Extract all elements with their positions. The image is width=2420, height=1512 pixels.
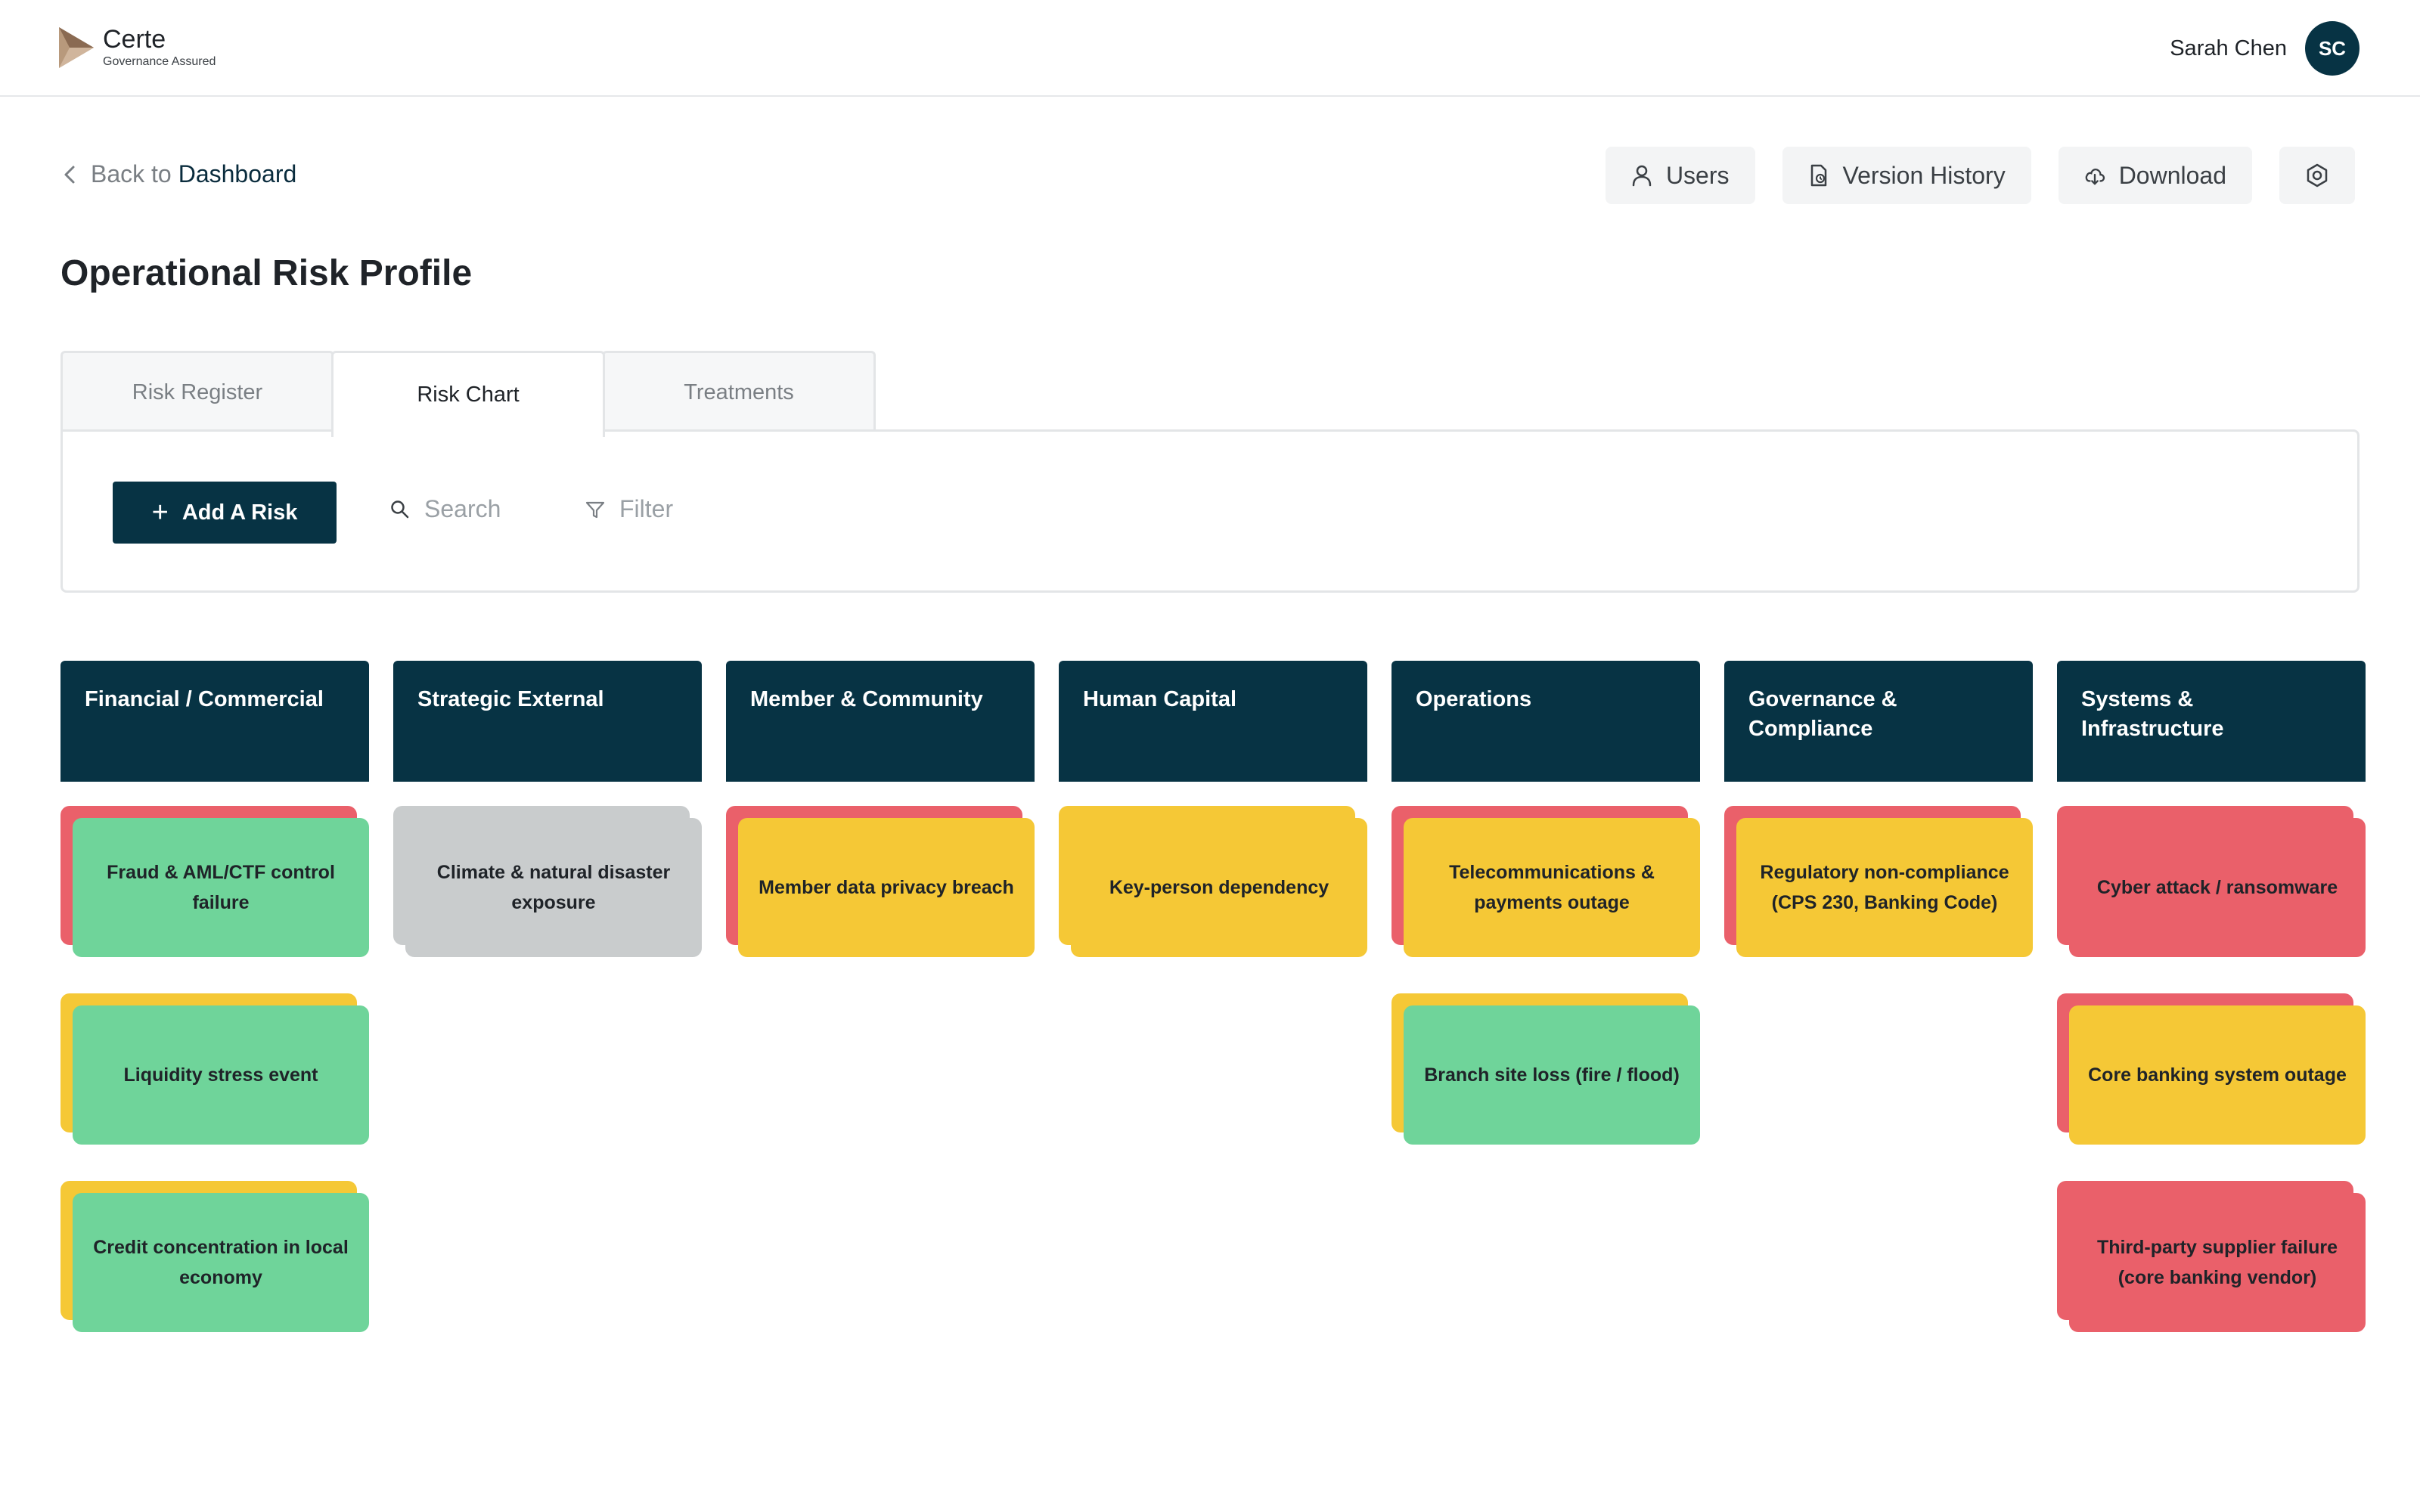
user-icon bbox=[1632, 165, 1652, 187]
version-history-label: Version History bbox=[1842, 161, 2006, 189]
risk-card-title[interactable]: Third-party supplier failure (core banki… bbox=[2069, 1193, 2366, 1332]
column: Systems & Infrastructure bbox=[2057, 661, 2366, 782]
column-header[interactable]: Systems & Infrastructure bbox=[2057, 661, 2366, 782]
risk-card-title[interactable]: Key-person dependency bbox=[1071, 818, 1367, 957]
cloud-download-icon bbox=[2085, 169, 2105, 185]
top-bar: Certe Governance Assured Sarah Chen SC bbox=[0, 0, 2420, 97]
column: Strategic External bbox=[393, 661, 702, 782]
search-icon bbox=[391, 500, 409, 518]
back-link-label[interactable]: Dashboard bbox=[178, 160, 297, 188]
risk-card[interactable]: Branch site loss (fire / flood) bbox=[1392, 993, 1700, 1145]
risk-card[interactable]: Climate & natural disaster exposure bbox=[393, 806, 702, 957]
filter-label: Filter bbox=[619, 495, 674, 522]
avatar[interactable]: SC bbox=[2305, 21, 2360, 76]
user-menu[interactable]: Sarah Chen SC bbox=[2170, 21, 2360, 76]
risk-card[interactable]: Third-party supplier failure (core banki… bbox=[2057, 1181, 2366, 1332]
tab-risk-register[interactable]: Risk Register bbox=[60, 351, 334, 432]
column: Human Capital bbox=[1059, 661, 1367, 782]
logo[interactable]: Certe Governance Assured bbox=[59, 26, 216, 70]
app-tagline: Governance Assured bbox=[103, 55, 216, 68]
filter-icon bbox=[585, 501, 605, 518]
risk-card[interactable]: Fraud & AML/CTF control failure bbox=[60, 806, 369, 957]
download-button[interactable]: Download bbox=[2058, 147, 2252, 204]
column-header[interactable]: Member & Community bbox=[726, 661, 1035, 782]
download-label: Download bbox=[2118, 161, 2226, 189]
column-header[interactable]: Governance & Compliance bbox=[1724, 661, 2033, 782]
risk-card[interactable]: Regulatory non-compliance (CPS 230, Bank… bbox=[1724, 806, 2033, 957]
users-label: Users bbox=[1665, 161, 1730, 189]
back-to-dashboard-link[interactable]: Back to Dashboard bbox=[62, 160, 296, 188]
add-risk-button[interactable]: + Add A Risk bbox=[113, 482, 337, 544]
risk-card-title[interactable]: Core banking system outage bbox=[2069, 1005, 2366, 1145]
column-header[interactable]: Operations bbox=[1392, 661, 1700, 782]
risk-card[interactable]: Cyber attack / ransomware bbox=[2057, 806, 2366, 957]
risk-card-title[interactable]: Cyber attack / ransomware bbox=[2069, 818, 2366, 957]
page-actions: Users Version History Download bbox=[1578, 147, 2355, 204]
add-risk-label: Add A Risk bbox=[182, 500, 298, 525]
risk-card-title[interactable]: Credit concentration in local economy bbox=[73, 1193, 369, 1332]
chart-toolbar: + Add A Risk Search Filter bbox=[60, 429, 2360, 593]
column: Member & Community bbox=[726, 661, 1035, 782]
column-header[interactable]: Strategic External bbox=[393, 661, 702, 782]
tab-risk-chart[interactable]: Risk Chart bbox=[331, 351, 605, 437]
search-label: Search bbox=[424, 495, 501, 522]
risk-card-title[interactable]: Fraud & AML/CTF control failure bbox=[73, 818, 369, 957]
version-history-button[interactable]: Version History bbox=[1782, 147, 2031, 204]
logo-icon bbox=[59, 27, 94, 68]
risk-card-title[interactable]: Telecommunications & payments outage bbox=[1404, 818, 1700, 957]
back-prefix: Back to bbox=[91, 160, 172, 187]
view-tabs: Risk Register Risk Chart Treatments bbox=[60, 351, 876, 437]
document-history-icon bbox=[1810, 164, 1826, 187]
users-button[interactable]: Users bbox=[1605, 147, 1755, 204]
risk-card-title[interactable]: Regulatory non-compliance (CPS 230, Bank… bbox=[1736, 818, 2033, 957]
risk-card-title[interactable]: Member data privacy breach bbox=[738, 818, 1035, 957]
risk-card[interactable]: Key-person dependency bbox=[1059, 806, 1367, 957]
risk-card[interactable]: Credit concentration in local economy bbox=[60, 1181, 369, 1332]
risk-card-title[interactable]: Liquidity stress event bbox=[73, 1005, 369, 1145]
column-header[interactable]: Human Capital bbox=[1059, 661, 1367, 782]
settings-button[interactable] bbox=[2279, 147, 2355, 204]
tab-treatments[interactable]: Treatments bbox=[602, 351, 876, 432]
settings-hexagon-icon bbox=[2307, 163, 2328, 187]
column: Operations bbox=[1392, 661, 1700, 782]
risk-card-title[interactable]: Climate & natural disaster exposure bbox=[405, 818, 702, 957]
search-button[interactable]: Search bbox=[389, 495, 501, 523]
filter-button[interactable]: Filter bbox=[585, 495, 673, 523]
column-header[interactable]: Financial / Commercial bbox=[60, 661, 369, 782]
page-title: Operational Risk Profile bbox=[60, 253, 473, 293]
column: Governance & Compliance bbox=[1724, 661, 2033, 782]
risk-card-title[interactable]: Branch site loss (fire / flood) bbox=[1404, 1005, 1700, 1145]
risk-card[interactable]: Core banking system outage bbox=[2057, 993, 2366, 1145]
risk-card[interactable]: Member data privacy breach bbox=[726, 806, 1035, 957]
plus-icon: + bbox=[151, 497, 169, 528]
column: Financial / Commercial bbox=[60, 661, 369, 782]
user-name: Sarah Chen bbox=[2170, 36, 2287, 60]
risk-card[interactable]: Liquidity stress event bbox=[60, 993, 369, 1145]
risk-card[interactable]: Telecommunications & payments outage bbox=[1392, 806, 1700, 957]
chevron-left-icon bbox=[64, 166, 75, 183]
app-name: Certe bbox=[103, 25, 166, 54]
